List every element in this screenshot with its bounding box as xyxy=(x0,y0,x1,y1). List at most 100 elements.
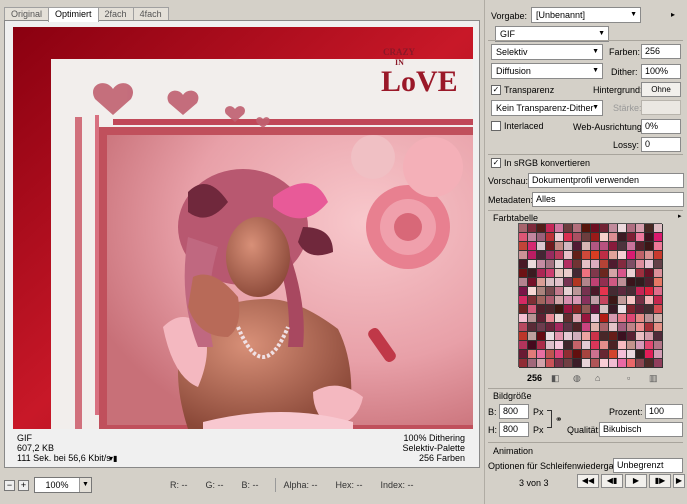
map-to-transparent-icon[interactable]: ◧ xyxy=(551,373,560,384)
play-button[interactable]: ▶ xyxy=(625,474,647,488)
color-swatch[interactable] xyxy=(519,251,528,260)
color-swatch[interactable] xyxy=(627,296,636,305)
color-swatch[interactable] xyxy=(654,341,663,350)
color-swatch[interactable] xyxy=(555,314,564,323)
color-swatch[interactable] xyxy=(582,323,591,332)
color-swatch[interactable] xyxy=(591,341,600,350)
color-swatch[interactable] xyxy=(654,242,663,251)
preview-image[interactable]: CRAZY IN LoVE xyxy=(13,27,473,429)
web-snap-field[interactable]: 0% xyxy=(641,119,681,134)
color-swatch[interactable] xyxy=(654,278,663,287)
link-icon[interactable]: ⚭ xyxy=(555,414,563,425)
color-swatch[interactable] xyxy=(528,260,537,269)
color-swatch[interactable] xyxy=(609,350,618,359)
color-swatch[interactable] xyxy=(654,350,663,359)
color-swatch[interactable] xyxy=(654,314,663,323)
color-swatch[interactable] xyxy=(564,305,573,314)
color-swatch[interactable] xyxy=(582,296,591,305)
color-swatch[interactable] xyxy=(537,296,546,305)
color-swatch[interactable] xyxy=(609,242,618,251)
color-swatch[interactable] xyxy=(582,314,591,323)
color-swatch[interactable] xyxy=(636,242,645,251)
color-swatch[interactable] xyxy=(600,296,609,305)
matte-button[interactable]: Ohne xyxy=(641,82,681,97)
color-swatch[interactable] xyxy=(627,287,636,296)
color-swatch[interactable] xyxy=(609,224,618,233)
color-swatch[interactable] xyxy=(537,260,546,269)
color-swatch[interactable] xyxy=(564,233,573,242)
color-swatch[interactable] xyxy=(528,233,537,242)
color-swatch[interactable] xyxy=(528,350,537,359)
color-swatch[interactable] xyxy=(573,251,582,260)
color-swatch[interactable] xyxy=(591,359,600,368)
color-swatch[interactable] xyxy=(591,233,600,242)
color-swatch[interactable] xyxy=(627,251,636,260)
reduction-select[interactable]: Selektiv ▼ xyxy=(491,44,603,60)
color-swatch[interactable] xyxy=(546,305,555,314)
color-swatch[interactable] xyxy=(609,287,618,296)
color-swatch[interactable] xyxy=(519,260,528,269)
color-swatch[interactable] xyxy=(537,341,546,350)
color-swatch[interactable] xyxy=(591,242,600,251)
color-swatch[interactable] xyxy=(537,278,546,287)
color-swatch[interactable] xyxy=(654,296,663,305)
color-swatch[interactable] xyxy=(519,287,528,296)
color-swatch[interactable] xyxy=(636,332,645,341)
srgb-checkbox[interactable]: ✓ xyxy=(491,158,501,168)
color-swatch[interactable] xyxy=(645,260,654,269)
color-swatch[interactable] xyxy=(537,269,546,278)
color-swatch[interactable] xyxy=(609,260,618,269)
color-swatch[interactable] xyxy=(609,233,618,242)
color-swatch[interactable] xyxy=(537,287,546,296)
color-swatch[interactable] xyxy=(618,233,627,242)
color-swatch[interactable] xyxy=(537,305,546,314)
color-swatch[interactable] xyxy=(645,224,654,233)
color-swatch[interactable] xyxy=(591,332,600,341)
color-swatch[interactable] xyxy=(600,305,609,314)
color-swatch[interactable] xyxy=(582,242,591,251)
lossy-field[interactable]: 0 xyxy=(641,137,681,152)
color-swatch[interactable] xyxy=(546,260,555,269)
new-color-icon[interactable]: ▫ xyxy=(627,373,630,383)
percent-field[interactable]: 100 xyxy=(645,404,683,419)
color-swatch[interactable] xyxy=(636,278,645,287)
color-swatch[interactable] xyxy=(609,359,618,368)
color-swatch[interactable] xyxy=(582,305,591,314)
color-swatch[interactable] xyxy=(645,287,654,296)
metadata-select[interactable]: Alles xyxy=(532,192,684,207)
zoom-in-button[interactable]: + xyxy=(18,479,29,491)
transparency-checkbox[interactable]: ✓ xyxy=(491,85,501,95)
color-swatch[interactable] xyxy=(591,314,600,323)
color-swatch[interactable] xyxy=(654,233,663,242)
color-swatch[interactable] xyxy=(609,341,618,350)
color-swatch[interactable] xyxy=(618,314,627,323)
trash-icon[interactable]: ▥ xyxy=(649,373,658,384)
last-frame-button[interactable]: ▶ xyxy=(673,474,685,488)
color-swatch[interactable] xyxy=(591,260,600,269)
color-swatch[interactable] xyxy=(555,287,564,296)
color-table-grid[interactable] xyxy=(518,223,663,368)
transparency-dither-select[interactable]: Kein Transparenz-Dither ▼ xyxy=(491,100,603,116)
color-swatch[interactable] xyxy=(555,278,564,287)
color-swatch[interactable] xyxy=(627,359,636,368)
color-swatch[interactable] xyxy=(555,323,564,332)
color-swatch[interactable] xyxy=(537,242,546,251)
color-swatch[interactable] xyxy=(618,278,627,287)
color-swatch[interactable] xyxy=(654,260,663,269)
color-swatch[interactable] xyxy=(600,341,609,350)
color-swatch[interactable] xyxy=(591,224,600,233)
download-speed-menu-icon[interactable]: ▾▮ xyxy=(109,454,117,463)
color-swatch[interactable] xyxy=(546,224,555,233)
color-swatch[interactable] xyxy=(627,269,636,278)
color-swatch[interactable] xyxy=(528,341,537,350)
amount-field[interactable] xyxy=(641,100,681,115)
color-swatch[interactable] xyxy=(591,305,600,314)
colors-field[interactable]: 256 xyxy=(641,44,681,59)
color-swatch[interactable] xyxy=(537,224,546,233)
color-swatch[interactable] xyxy=(573,269,582,278)
color-swatch[interactable] xyxy=(546,359,555,368)
color-swatch[interactable] xyxy=(564,251,573,260)
color-swatch[interactable] xyxy=(573,260,582,269)
color-swatch[interactable] xyxy=(546,251,555,260)
color-swatch[interactable] xyxy=(555,242,564,251)
